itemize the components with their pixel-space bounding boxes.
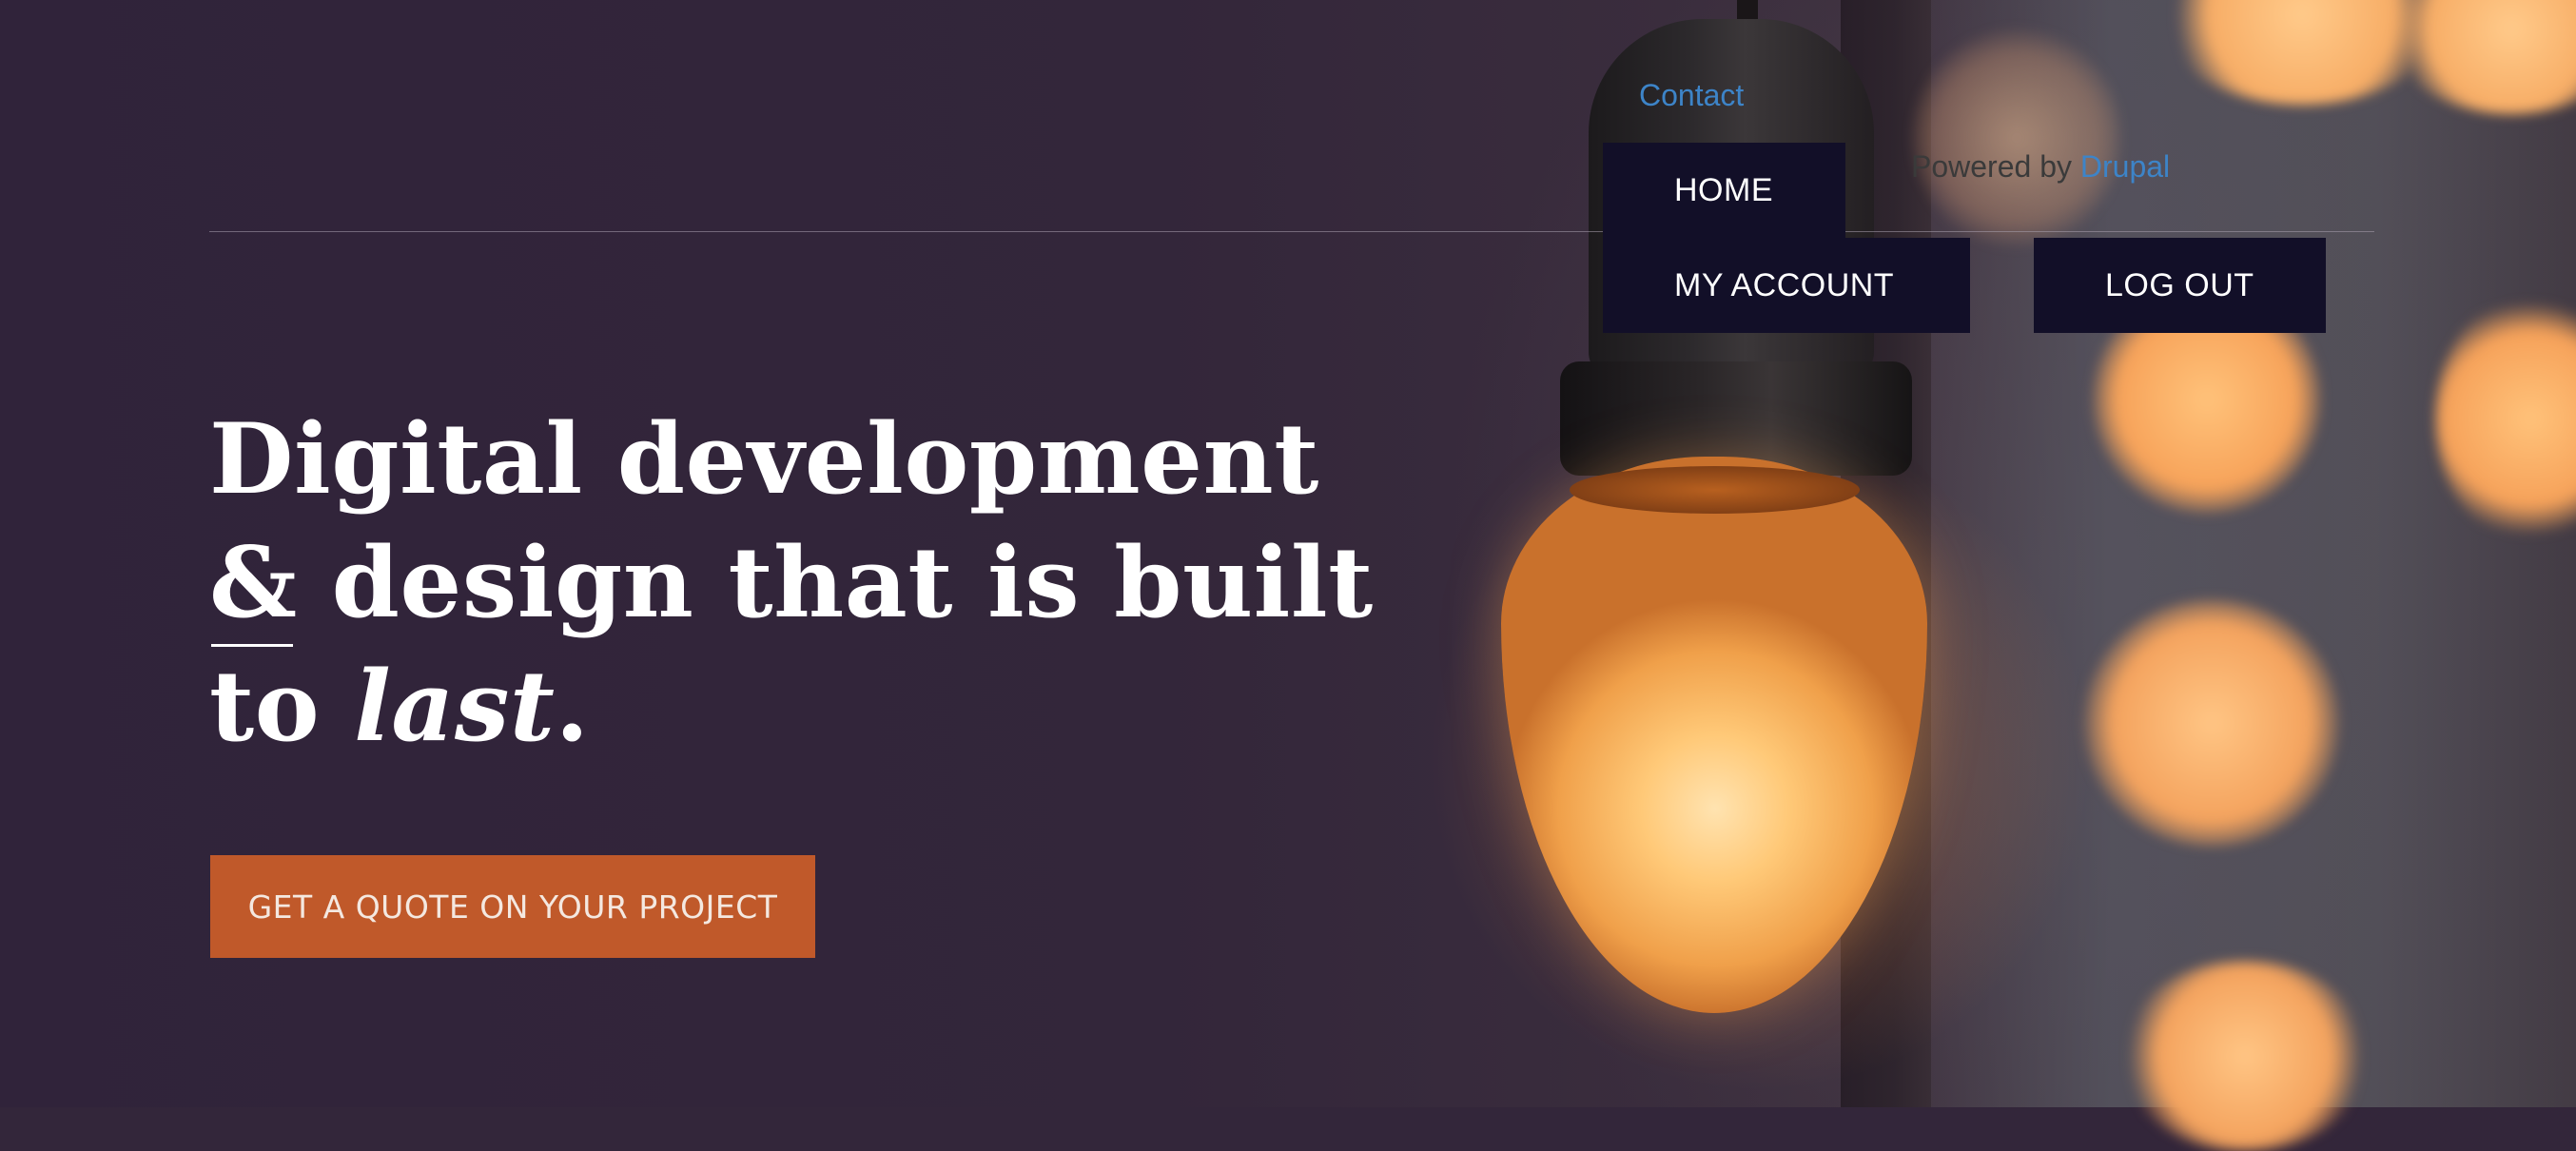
powered-by-text: Powered by xyxy=(1911,149,2080,184)
headline-line-3-suffix: . xyxy=(555,650,590,764)
nav-log-out[interactable]: LOG OUT xyxy=(2034,238,2326,333)
headline-emphasis: last xyxy=(354,650,556,764)
headline-line-2: & design that is built xyxy=(209,526,1374,640)
header-divider xyxy=(209,231,2374,232)
headline-accent-rule xyxy=(211,644,293,647)
nav-home[interactable]: HOME xyxy=(1603,143,1845,238)
contact-link[interactable]: Contact xyxy=(1639,78,1744,113)
headline-line-3-prefix: to xyxy=(209,650,355,764)
headline-line-3: to last. xyxy=(209,645,1351,769)
bokeh-light xyxy=(2083,599,2340,847)
bokeh-light xyxy=(1912,29,2121,247)
powered-by: Powered by Drupal xyxy=(1911,149,2170,185)
headline-line-1: Digital development xyxy=(209,402,1319,517)
nav-my-account[interactable]: MY ACCOUNT xyxy=(1603,238,1970,333)
lightbulb-rim xyxy=(1570,466,1860,514)
get-quote-button[interactable]: GET A QUOTE ON YOUR PROJECT xyxy=(210,855,815,958)
bokeh-light xyxy=(2121,961,2369,1151)
drupal-link[interactable]: Drupal xyxy=(2080,149,2170,184)
hero-headline: Digital development & design that is bui… xyxy=(209,398,1374,769)
